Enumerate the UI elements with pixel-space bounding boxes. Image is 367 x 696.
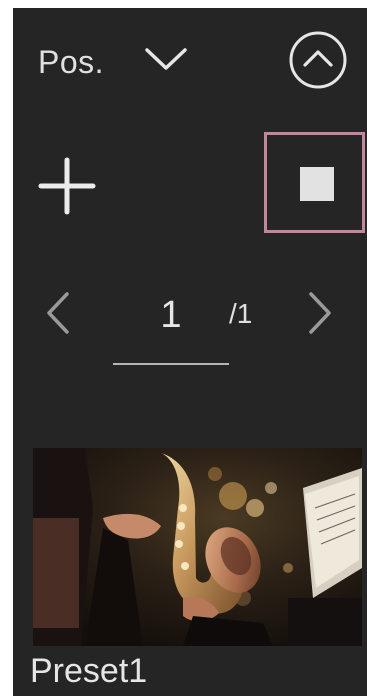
next-page-button[interactable]	[303, 290, 337, 336]
chevron-left-icon	[47, 292, 69, 334]
stop-square-icon	[300, 167, 334, 201]
preset-panel: Pos. 1 /1 Preset1	[13, 8, 367, 696]
circle-chevron-up-icon	[289, 31, 347, 89]
page-total: /1	[229, 298, 253, 329]
stop-button[interactable]	[264, 132, 365, 233]
collapse-panel-button[interactable]	[288, 30, 348, 90]
position-dropdown-button[interactable]	[141, 42, 191, 76]
page-number-input[interactable]: 1	[113, 290, 229, 366]
add-preset-button[interactable]	[35, 154, 99, 218]
saxophone-player-photo	[33, 448, 362, 646]
chevron-down-icon	[145, 48, 187, 70]
plus-icon	[38, 157, 96, 215]
page-input-underline	[113, 363, 229, 365]
chevron-right-icon	[309, 292, 331, 334]
previous-page-button[interactable]	[41, 290, 75, 336]
current-page-number: 1	[160, 294, 182, 336]
preset-thumbnail[interactable]	[33, 448, 362, 646]
position-label: Pos.	[38, 44, 105, 80]
preset-name-label: Preset1	[30, 652, 148, 690]
